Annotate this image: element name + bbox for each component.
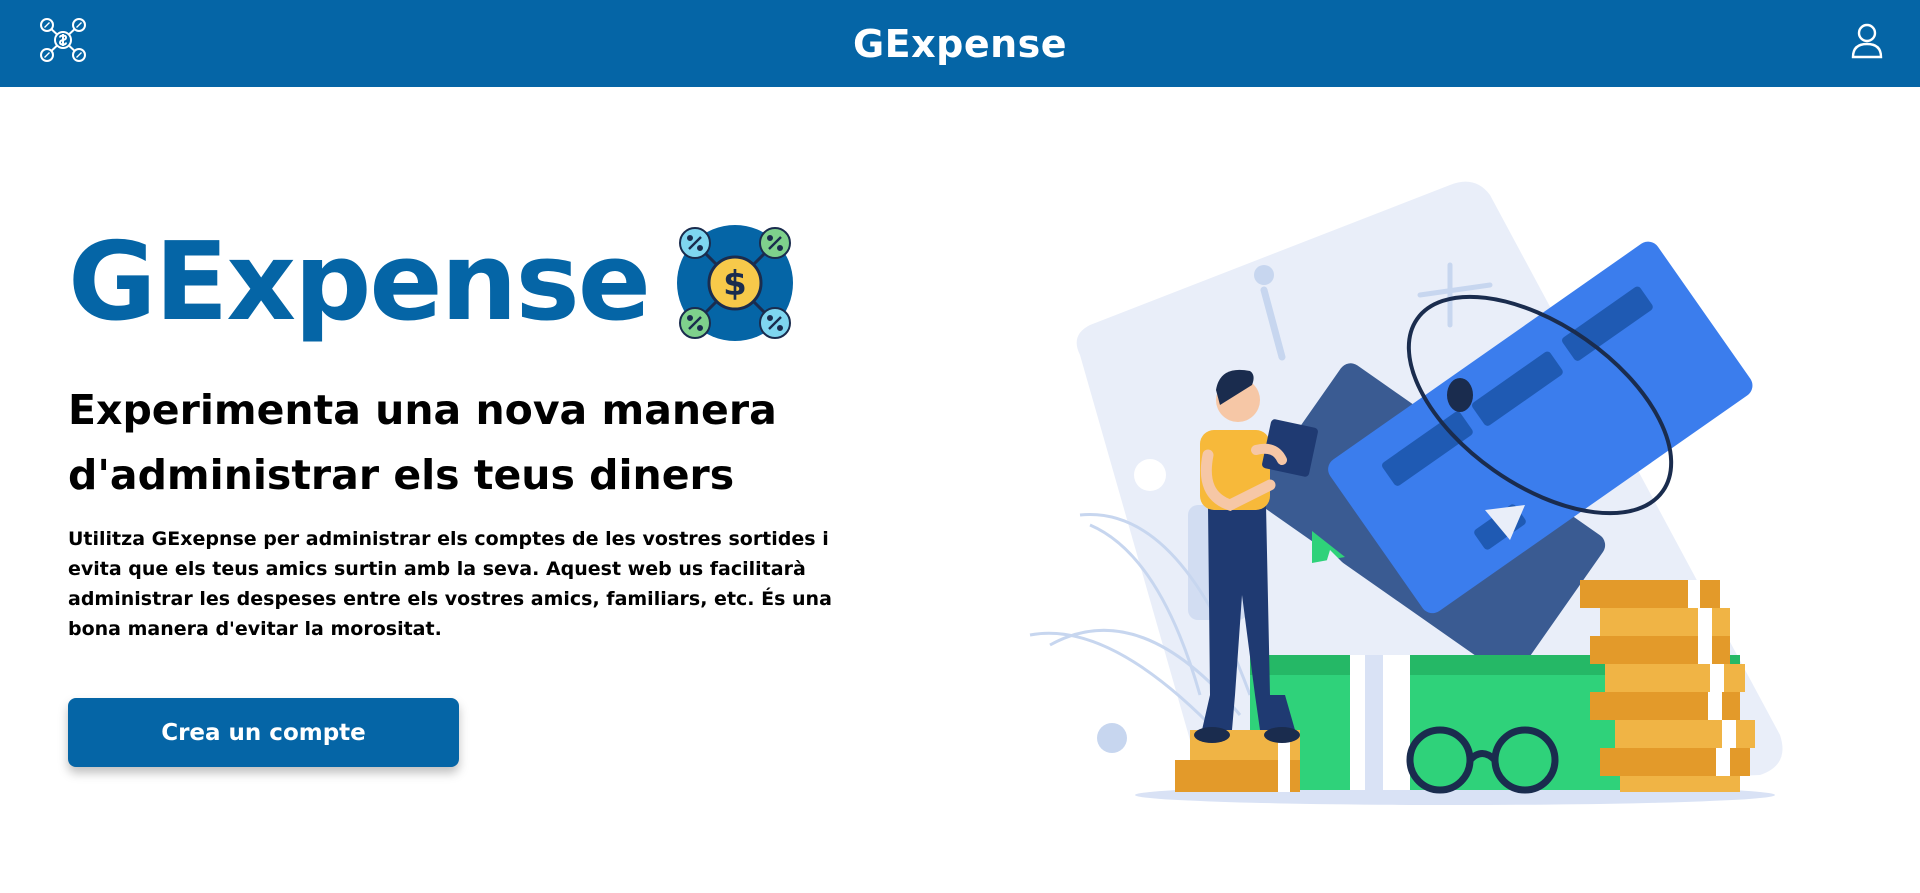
home-logo-icon[interactable]	[36, 14, 90, 66]
create-account-button[interactable]: Crea un compte	[68, 698, 459, 767]
hero-title: GExpense	[68, 219, 651, 345]
hero-subtitle-line-2: d'administrar els teus diners	[68, 451, 735, 499]
hero-subtitle: Experimenta una nova manera d'administra…	[68, 378, 828, 508]
svg-text:$: $	[723, 264, 747, 304]
dollar-network-logo-icon: $	[675, 223, 795, 343]
hero-title-row: GExpense $	[68, 220, 795, 345]
person-with-credit-card-and-coins-illustration	[1020, 175, 1800, 825]
top-bar: GExpense	[0, 0, 1920, 87]
hero-description: Utilitza GExepnse per administrar els co…	[68, 528, 832, 640]
hero-subtitle-line-1: Experimenta una nova manera	[68, 386, 777, 434]
app-title: GExpense	[852, 21, 1068, 66]
user-icon[interactable]	[1850, 22, 1884, 60]
